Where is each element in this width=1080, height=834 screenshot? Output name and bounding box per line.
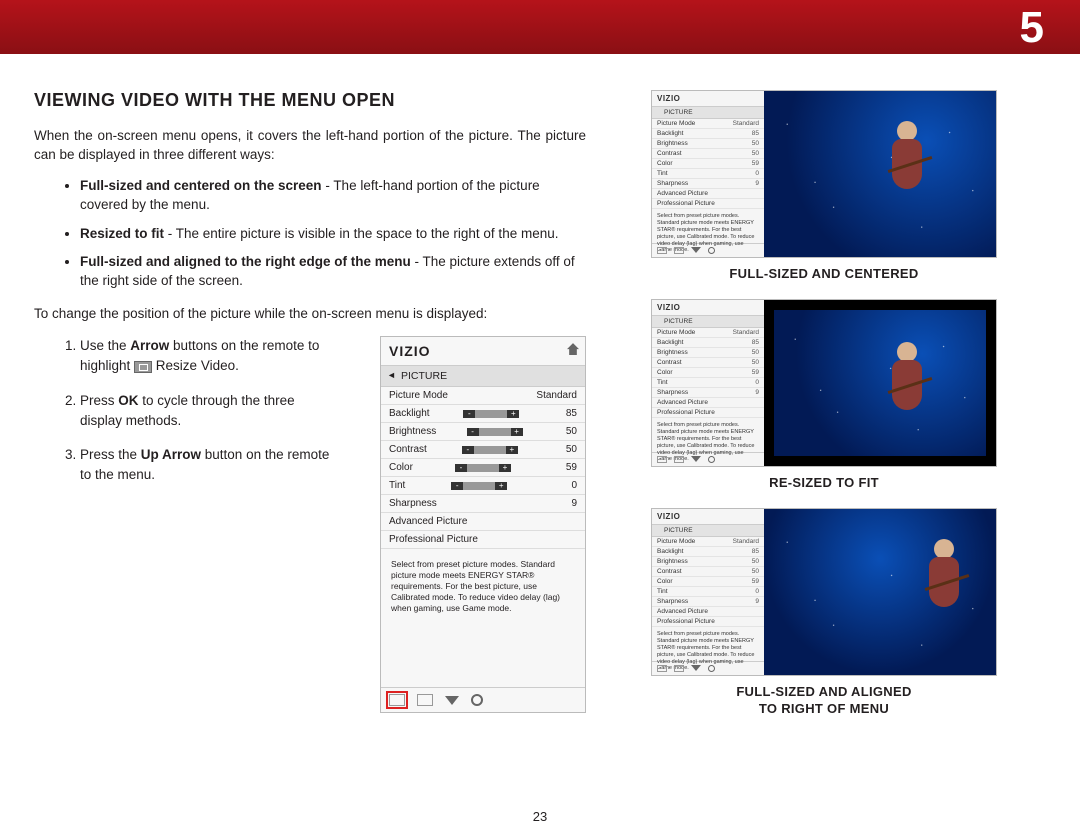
- step-1: Use the Arrow buttons on the remote to h…: [80, 336, 334, 377]
- example-resized: VIZIO PICTURE Picture ModeStandard Backl…: [651, 299, 997, 467]
- step-2: Press OK to cycle through the three disp…: [80, 391, 334, 432]
- menu-row-brightness[interactable]: Brightness-+50: [381, 423, 585, 441]
- wide-icon[interactable]: [417, 694, 433, 706]
- intro-paragraph: When the on-screen menu opens, it covers…: [34, 127, 586, 165]
- chapter-banner: 5: [0, 0, 1080, 54]
- video-preview-3: [764, 509, 996, 675]
- step-3: Press the Up Arrow button on the remote …: [80, 445, 334, 486]
- menu-row-picture-mode[interactable]: Picture ModeStandard: [381, 387, 585, 405]
- menu-row-color[interactable]: Color-+59: [381, 459, 585, 477]
- menu-row-tint[interactable]: Tint-+0: [381, 477, 585, 495]
- video-preview-2: [764, 300, 996, 466]
- caption-3b: TO RIGHT OF MENU: [614, 701, 1034, 716]
- change-intro: To change the position of the picture wh…: [34, 305, 586, 324]
- caption-3a: FULL-SIZED AND ALIGNED: [614, 684, 1034, 699]
- gear-icon[interactable]: [471, 694, 483, 706]
- video-preview-1: [764, 91, 996, 257]
- menu-row-contrast[interactable]: Contrast-+50: [381, 441, 585, 459]
- steps-list: Use the Arrow buttons on the remote to h…: [34, 336, 334, 713]
- page-number: 23: [0, 809, 1080, 824]
- menu-footnote: Select from preset picture modes. Standa…: [381, 549, 585, 687]
- menu-row-backlight[interactable]: Backlight-+85: [381, 405, 585, 423]
- page-heading: VIEWING VIDEO WITH THE MENU OPEN: [34, 90, 586, 111]
- menu-row-sharpness[interactable]: Sharpness9: [381, 495, 585, 513]
- menu-row-advanced[interactable]: Advanced Picture: [381, 513, 585, 531]
- menu-brand: VIZIO: [389, 343, 431, 359]
- resize-icon[interactable]: [389, 694, 405, 706]
- caption-1: FULL-SIZED AND CENTERED: [614, 266, 1034, 281]
- display-options-list: Full-sized and centered on the screen - …: [34, 177, 586, 291]
- resize-video-icon: [134, 361, 152, 373]
- menu-bottom-bar: [381, 687, 585, 712]
- chevron-down-icon[interactable]: [445, 696, 459, 705]
- mini-menu-1: VIZIO PICTURE Picture ModeStandard Backl…: [652, 91, 764, 257]
- mini-menu-3: VIZIO PICTURE Picture ModeStandard Backl…: [652, 509, 764, 675]
- caption-2: RE-SIZED TO FIT: [614, 475, 1034, 490]
- example-full-centered: VIZIO PICTURE Picture ModeStandard Backl…: [651, 90, 997, 258]
- menu-section-title[interactable]: PICTURE: [381, 366, 585, 387]
- osd-menu-large: VIZIO PICTURE Picture ModeStandard Backl…: [380, 336, 586, 713]
- home-icon[interactable]: [567, 343, 579, 355]
- example-aligned-right: VIZIO PICTURE Picture ModeStandard Backl…: [651, 508, 997, 676]
- menu-row-professional[interactable]: Professional Picture: [381, 531, 585, 549]
- mini-menu-2: VIZIO PICTURE Picture ModeStandard Backl…: [652, 300, 764, 466]
